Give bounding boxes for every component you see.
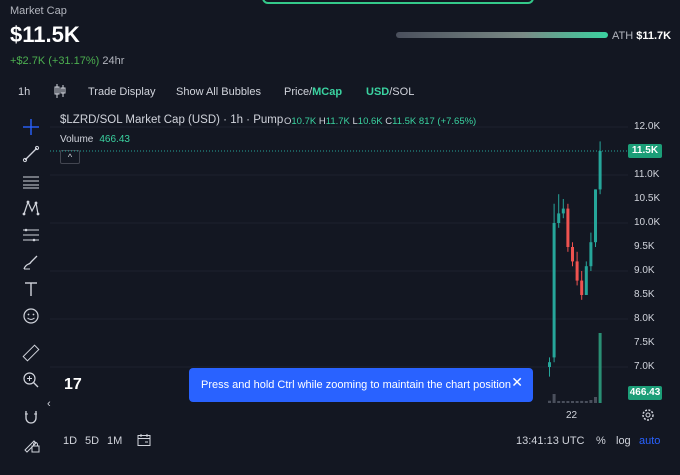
chart-toolbar: 1h Trade Display Show All Bubbles Price/… xyxy=(0,80,680,104)
candle-body xyxy=(584,266,588,295)
log-toggle[interactable]: log xyxy=(616,435,631,447)
gear-icon[interactable] xyxy=(641,408,655,422)
candle-body xyxy=(594,189,597,243)
tradingview-logo[interactable]: 17 xyxy=(64,374,86,393)
volume-bar xyxy=(575,401,579,403)
market-cap-value: $11.5K xyxy=(10,22,80,47)
volume-bar xyxy=(566,401,570,403)
candle-body xyxy=(580,280,584,295)
range-5d-button[interactable]: 5D xyxy=(85,435,99,447)
candle-body xyxy=(566,208,570,247)
y-tick-label: 9.5K xyxy=(634,241,655,252)
trend-line-icon[interactable] xyxy=(20,143,42,165)
market-cap-label: Market Cap xyxy=(10,5,67,17)
x-axis-label: 22 xyxy=(566,410,578,421)
sol-option[interactable]: SOL xyxy=(392,86,414,98)
y-tick-label: 8.5K xyxy=(634,289,655,300)
volume-bar xyxy=(598,333,602,403)
volume-bar xyxy=(594,396,597,403)
horizontal-lines-icon[interactable] xyxy=(20,170,42,192)
volume-bar xyxy=(548,400,551,403)
fib-tool-icon[interactable] xyxy=(20,224,42,246)
volume-bar xyxy=(552,393,556,403)
price-mcap-toggle[interactable]: Price/MCap xyxy=(284,86,342,98)
candlestick-chart[interactable] xyxy=(50,120,628,405)
candle-body xyxy=(548,362,551,367)
volume-bar xyxy=(557,401,561,403)
ath-label: ATH xyxy=(612,30,634,42)
logo-text: 17 xyxy=(64,376,82,392)
close-icon[interactable]: ✕ xyxy=(511,374,523,391)
calendar-icon[interactable] xyxy=(137,433,151,450)
current-price-tag: 11.5K xyxy=(628,144,662,158)
y-tick-label: 11.0K xyxy=(634,169,660,180)
candle-body xyxy=(561,208,565,214)
market-cap-change: +$2.7K (+31.17%) 24hr xyxy=(10,55,124,67)
bottom-toolbar: 1D 5D 1M 13:41:13 UTC % log auto xyxy=(0,432,680,452)
utc-clock[interactable]: 13:41:13 UTC xyxy=(516,435,584,447)
candle-body xyxy=(575,261,579,281)
show-all-bubbles-button[interactable]: Show All Bubbles xyxy=(176,86,261,98)
price-option[interactable]: Price xyxy=(284,86,309,98)
magnet-icon[interactable] xyxy=(20,406,42,428)
interval-button[interactable]: 1h xyxy=(18,86,30,98)
volume-bar xyxy=(584,401,588,403)
volume-bar xyxy=(571,401,574,403)
auto-toggle[interactable]: auto xyxy=(639,435,660,447)
ath-readout: ATH $11.7K xyxy=(612,30,671,42)
pattern-icon[interactable] xyxy=(20,197,42,219)
drawing-toolbar xyxy=(0,112,48,472)
y-tick-label: 10.0K xyxy=(634,217,661,228)
zoom-hint-toast: Press and hold Ctrl while zooming to mai… xyxy=(189,368,533,402)
candle-body xyxy=(598,151,602,190)
candle-style-icon[interactable] xyxy=(54,84,66,101)
ruler-icon[interactable] xyxy=(20,342,42,364)
volume-bar xyxy=(580,400,584,403)
candle-body xyxy=(552,223,556,358)
emoji-icon[interactable] xyxy=(20,305,42,327)
range-1d-button[interactable]: 1D xyxy=(63,435,77,447)
y-tick-label: 7.5K xyxy=(634,337,655,348)
usd-option[interactable]: USD xyxy=(366,86,389,98)
volume-bar xyxy=(589,399,593,403)
usd-sol-toggle[interactable]: USD/SOL xyxy=(366,86,414,98)
y-tick-label: 9.0K xyxy=(634,265,655,276)
scroll-left-arrow[interactable]: ‹ xyxy=(47,398,51,410)
toast-message: Press and hold Ctrl while zooming to mai… xyxy=(201,379,511,391)
y-tick-label: 7.0K xyxy=(634,361,655,372)
ath-value: $11.7K xyxy=(636,30,672,42)
candle-body xyxy=(571,247,574,262)
volume-price-tag: 466.43 xyxy=(628,386,662,400)
ath-progress-bar xyxy=(396,32,608,38)
trade-display-button[interactable]: Trade Display xyxy=(88,86,155,98)
top-input-frame[interactable] xyxy=(262,0,534,4)
range-1m-button[interactable]: 1M xyxy=(107,435,122,447)
brush-icon[interactable] xyxy=(20,251,42,273)
crosshair-icon[interactable] xyxy=(20,116,42,138)
volume-bar xyxy=(561,401,565,403)
change-value: +$2.7K (+31.17%) xyxy=(10,55,100,67)
change-period: 24hr xyxy=(102,55,125,67)
y-tick-label: 12.0K xyxy=(634,121,661,132)
zoom-in-icon[interactable] xyxy=(20,369,42,391)
y-tick-label: 8.0K xyxy=(634,313,655,324)
candle-body xyxy=(589,242,593,267)
mcap-option[interactable]: MCap xyxy=(312,86,342,98)
y-tick-label: 10.5K xyxy=(634,193,661,204)
text-tool-icon[interactable] xyxy=(20,278,42,300)
percent-toggle[interactable]: % xyxy=(596,435,606,447)
candle-body xyxy=(557,213,561,223)
